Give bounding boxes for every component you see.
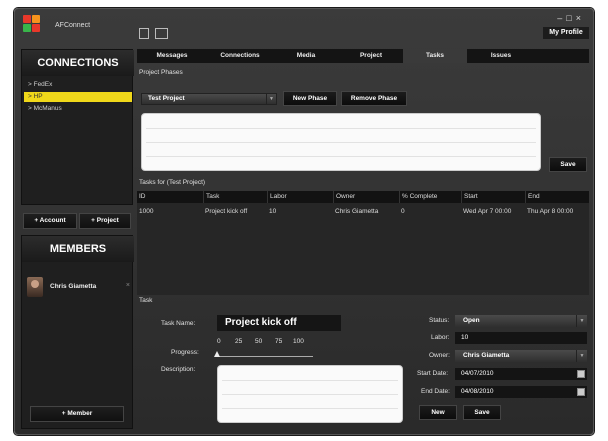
connections-title: CONNECTIONS xyxy=(22,50,134,76)
title-bar: AFConnect –□× My Profile xyxy=(15,9,593,45)
new-task-button[interactable]: New xyxy=(419,405,457,420)
remove-phase-button[interactable]: Remove Phase xyxy=(341,91,407,106)
tab-connections[interactable]: Connections xyxy=(209,49,271,63)
start-date-value: 04/07/2010 xyxy=(461,370,494,377)
status-value: Open xyxy=(463,317,480,324)
project-select-value: Test Project xyxy=(148,95,185,102)
tasks-table: ID Task Labor Owner % Complete Start End… xyxy=(137,191,589,295)
owner-value: Chris Giametta xyxy=(463,352,510,359)
project-select[interactable]: Test Project ▼ xyxy=(141,93,277,105)
chevron-down-icon: ▼ xyxy=(576,315,587,327)
save-phase-button[interactable]: Save xyxy=(549,157,587,172)
task-section-label: Task xyxy=(139,297,153,304)
tab-media[interactable]: Media xyxy=(279,49,333,63)
labor-input[interactable]: 10 xyxy=(455,332,587,344)
my-profile-button[interactable]: My Profile xyxy=(543,27,589,39)
app-logo-icon xyxy=(23,15,41,33)
connection-item-mcmanus[interactable]: > McManus xyxy=(24,104,132,114)
start-date-input[interactable]: 04/07/2010 xyxy=(455,368,587,380)
new-phase-button[interactable]: New Phase xyxy=(283,91,337,106)
main-content: Messages Connections Media Project Tasks… xyxy=(137,49,589,429)
members-title: MEMBERS xyxy=(22,236,134,262)
tab-project[interactable]: Project xyxy=(343,49,399,63)
column-header-complete[interactable]: % Complete xyxy=(399,191,461,203)
connections-panel: CONNECTIONS > FedEx > HP > McManus xyxy=(21,49,134,205)
avatar xyxy=(27,277,43,297)
cell-labor: 10 xyxy=(269,208,277,215)
tab-tasks[interactable]: Tasks xyxy=(403,49,467,63)
project-phases-label: Project Phases xyxy=(139,69,183,76)
column-header-start[interactable]: Start xyxy=(461,191,525,203)
progress-tick: 100 xyxy=(293,338,304,345)
cell-owner: Chris Giametta xyxy=(335,208,379,215)
description-textarea[interactable] xyxy=(217,365,403,423)
cell-complete: 0 xyxy=(401,208,405,215)
description-label: Description: xyxy=(161,366,196,373)
column-header-owner[interactable]: Owner xyxy=(333,191,399,203)
task-name-input[interactable]: Project kick off xyxy=(217,315,341,331)
progress-slider-track[interactable] xyxy=(217,356,313,357)
connection-item-fedex[interactable]: > FedEx xyxy=(24,80,132,90)
end-date-label: End Date: xyxy=(421,388,450,395)
tasks-table-header: ID Task Labor Owner % Complete Start End xyxy=(137,191,589,203)
cell-task: Project kick off xyxy=(205,208,248,215)
chevron-down-icon: ▼ xyxy=(266,94,276,104)
tab-issues[interactable]: Issues xyxy=(469,49,533,63)
status-select[interactable]: Open ▼ xyxy=(455,315,587,327)
phases-textarea[interactable] xyxy=(141,113,541,171)
labor-label: Labor: xyxy=(431,334,450,341)
start-date-label: Start Date: xyxy=(417,370,449,377)
remove-member-icon[interactable]: × xyxy=(126,282,130,289)
minimize-button[interactable]: – xyxy=(557,13,566,23)
member-name: Chris Giametta xyxy=(50,283,97,290)
progress-slider-handle[interactable] xyxy=(214,351,220,357)
column-header-task[interactable]: Task xyxy=(203,191,267,203)
cell-id: 1000 xyxy=(139,208,154,215)
progress-label: Progress: xyxy=(171,349,199,356)
chevron-down-icon: ▼ xyxy=(576,350,587,362)
connection-item-hp[interactable]: > HP xyxy=(24,92,132,102)
building-icon[interactable] xyxy=(155,28,168,39)
members-panel: MEMBERS Chris Giametta × + Member xyxy=(21,235,134,429)
cell-end: Thu Apr 8 00:00 xyxy=(527,208,574,215)
progress-tick: 50 xyxy=(255,338,263,345)
tab-messages[interactable]: Messages xyxy=(143,49,201,63)
add-member-button[interactable]: + Member xyxy=(30,406,124,422)
column-header-id[interactable]: ID xyxy=(137,191,203,203)
cell-start: Wed Apr 7 00:00 xyxy=(463,208,512,215)
tab-bar: Messages Connections Media Project Tasks… xyxy=(137,49,589,63)
owner-select[interactable]: Chris Giametta ▼ xyxy=(455,350,587,362)
end-date-input[interactable]: 04/08/2010 xyxy=(455,386,587,398)
calendar-icon[interactable] xyxy=(577,388,585,396)
status-label: Status: xyxy=(429,317,450,324)
close-button[interactable]: × xyxy=(576,13,585,23)
sidebar: CONNECTIONS > FedEx > HP > McManus + Acc… xyxy=(21,49,134,429)
document-icon[interactable] xyxy=(139,28,149,39)
add-project-button[interactable]: + Project xyxy=(79,213,131,229)
tasks-section-label: Tasks for (Test Project) xyxy=(139,179,206,186)
owner-label: Owner: xyxy=(429,352,450,359)
app-title: AFConnect xyxy=(55,22,91,29)
column-header-end[interactable]: End xyxy=(525,191,589,203)
calendar-icon[interactable] xyxy=(577,370,585,378)
task-name-label: Task Name: xyxy=(161,320,196,327)
progress-tick: 0 xyxy=(217,338,221,345)
progress-tick: 75 xyxy=(275,338,283,345)
member-item[interactable]: Chris Giametta × xyxy=(24,274,132,300)
app-window: AFConnect –□× My Profile CONNECTIONS > F… xyxy=(14,8,594,435)
end-date-value: 04/08/2010 xyxy=(461,388,494,395)
add-account-button[interactable]: + Account xyxy=(23,213,77,229)
window-controls: –□× xyxy=(557,13,585,23)
progress-tick: 25 xyxy=(235,338,243,345)
save-task-button[interactable]: Save xyxy=(463,405,501,420)
column-header-labor[interactable]: Labor xyxy=(267,191,333,203)
maximize-button[interactable]: □ xyxy=(566,13,575,23)
